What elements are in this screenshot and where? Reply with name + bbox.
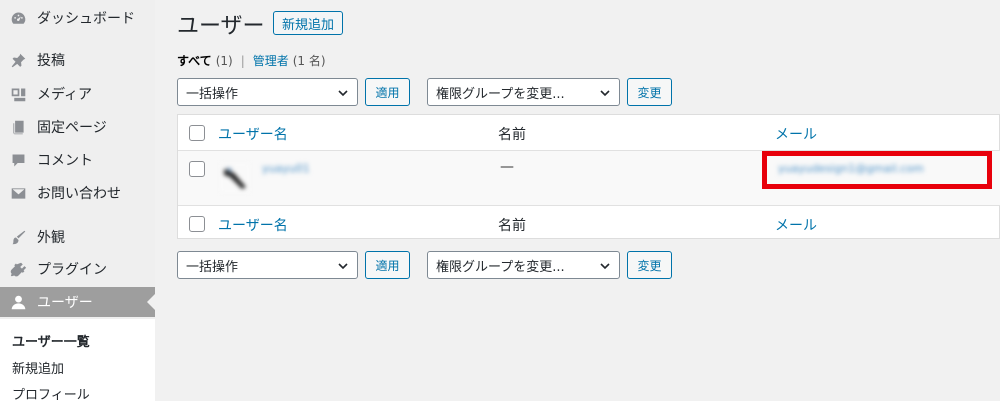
filter-all-count: (1) (215, 53, 233, 68)
submenu-item-profile[interactable]: プロフィール (12, 384, 90, 401)
change-role-button[interactable]: 変更 (627, 78, 672, 106)
change-role-button-bottom[interactable]: 変更 (627, 251, 672, 279)
change-role-select[interactable]: 権限グループを変更... (427, 78, 620, 106)
add-new-button[interactable]: 新規追加 (273, 11, 344, 35)
filter-separator: | (240, 53, 245, 68)
sidebar-item-contact[interactable]: お問い合わせ (0, 178, 155, 208)
comment-icon (9, 151, 27, 169)
chevron-down-icon (338, 263, 348, 270)
filter-admin[interactable]: 管理者 (253, 52, 289, 69)
sidebar-item-appearance[interactable]: 外観 (0, 222, 155, 252)
select-all-checkbox[interactable] (189, 125, 205, 141)
bulk-action-value: 一括操作 (186, 86, 239, 102)
sidebar-item-label: 投稿 (37, 53, 65, 69)
apply-button[interactable]: 適用 (365, 78, 410, 106)
sidebar-item-label: 固定ページ (37, 120, 107, 136)
sidebar-item-label: コメント (37, 153, 93, 169)
pushpin-icon (9, 51, 27, 69)
username-link[interactable]: yuayu01 (262, 162, 310, 175)
mail-icon (9, 184, 27, 202)
users-table: ユーザー名 名前 メール yuayu01 — yuayudesign1@gmai… (177, 114, 1000, 239)
page-title: ユーザー (177, 14, 265, 39)
media-icon (9, 85, 27, 103)
user-role-filters: すべて (1) | 管理者 (1 名) (177, 52, 326, 69)
column-email-footer[interactable]: メール (775, 215, 817, 235)
bulk-action-value: 一括操作 (186, 259, 239, 275)
submenu-item-add-new[interactable]: 新規追加 (12, 358, 64, 377)
sidebar-item-comments[interactable]: コメント (0, 145, 155, 175)
chevron-down-icon (600, 263, 610, 270)
sidebar-item-label: ダッシュボード (37, 11, 135, 27)
name-cell: — (500, 159, 514, 175)
main-content: ユーザー 新規追加 すべて (1) | 管理者 (1 名) 一括操作 適用 権限… (155, 0, 1000, 401)
sidebar-item-label: 外観 (37, 230, 65, 246)
sidebar-item-media[interactable]: メディア (0, 79, 155, 109)
dashboard-icon (9, 9, 27, 27)
chevron-down-icon (600, 90, 610, 97)
avatar (220, 163, 250, 193)
column-username-header[interactable]: ユーザー名 (218, 124, 288, 144)
change-role-value: 権限グループを変更... (436, 86, 565, 102)
sidebar-item-plugins[interactable]: プラグイン (0, 254, 155, 284)
select-all-checkbox-footer[interactable] (189, 216, 205, 232)
column-name-header: 名前 (498, 127, 526, 143)
admin-sidebar: ダッシュボード 投稿 メディア 固定ページ コメント お問い合わせ 外観 プラグ… (0, 0, 155, 401)
user-icon (9, 293, 27, 311)
change-role-value: 権限グループを変更... (436, 259, 565, 275)
bulk-action-select-bottom[interactable]: 一括操作 (177, 251, 358, 279)
apply-button-bottom[interactable]: 適用 (365, 251, 410, 279)
sidebar-item-label: ユーザー (37, 295, 93, 311)
plugin-icon (9, 260, 27, 278)
brush-icon (9, 228, 27, 246)
sidebar-item-label: プラグイン (37, 262, 107, 278)
table-header: ユーザー名 名前 メール (178, 115, 1000, 151)
column-email-header[interactable]: メール (775, 124, 817, 144)
sidebar-item-label: お問い合わせ (37, 186, 121, 202)
change-role-select-bottom[interactable]: 権限グループを変更... (427, 251, 620, 279)
sidebar-item-pages[interactable]: 固定ページ (0, 112, 155, 142)
filter-all[interactable]: すべて (177, 52, 212, 69)
email-highlight-box (762, 151, 992, 189)
table-row: yuayu01 — yuayudesign1@gmail.com (178, 151, 1000, 205)
submenu-item-all-users[interactable]: ユーザー一覧 (12, 331, 90, 350)
sidebar-item-users[interactable]: ユーザー (0, 287, 155, 317)
chevron-down-icon (338, 90, 348, 97)
bulk-action-select[interactable]: 一括操作 (177, 78, 358, 106)
sidebar-item-label: メディア (37, 87, 93, 103)
sidebar-item-posts[interactable]: 投稿 (0, 45, 155, 75)
table-footer: ユーザー名 名前 メール (178, 205, 1000, 241)
users-submenu: ユーザー一覧 新規追加 プロフィール (0, 319, 155, 401)
sidebar-item-dashboard[interactable]: ダッシュボード (0, 3, 155, 33)
column-username-footer[interactable]: ユーザー名 (218, 215, 288, 235)
row-checkbox[interactable] (189, 161, 205, 177)
column-name-footer: 名前 (498, 218, 526, 234)
filter-admin-count: (1 名) (292, 54, 326, 68)
page-icon (9, 118, 27, 136)
